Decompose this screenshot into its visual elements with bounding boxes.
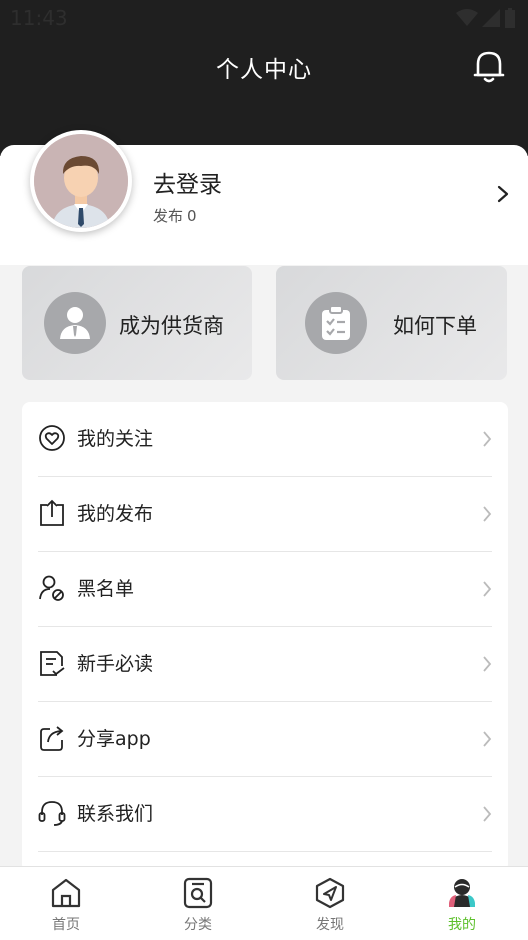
supplier-icon <box>44 292 106 354</box>
avatar[interactable] <box>30 130 132 232</box>
chevron-right-icon <box>483 506 492 522</box>
menu-label: 联系我们 <box>77 803 154 825</box>
tab-category[interactable]: 分类 <box>132 867 264 940</box>
heart-circle-icon <box>39 425 65 451</box>
menu-list: 我的关注 我的发布 黑名单 新手必读 分享app 联系我们 <box>22 402 508 872</box>
home-icon <box>51 878 81 908</box>
block-user-icon <box>39 575 64 601</box>
bottom-tab-bar: 首页 分类 发现 我的 <box>0 866 528 940</box>
menu-label: 黑名单 <box>77 578 135 600</box>
tab-home[interactable]: 首页 <box>0 867 132 940</box>
menu-item-my-posts[interactable]: 我的发布 <box>22 477 508 552</box>
menu-item-following[interactable]: 我的关注 <box>22 402 508 477</box>
clipboard-icon <box>305 292 367 354</box>
status-bar: 11:43 <box>0 0 528 36</box>
headset-icon <box>38 801 66 826</box>
menu-label: 新手必读 <box>77 653 154 675</box>
become-supplier-card[interactable]: 成为供货商 <box>22 266 252 380</box>
tab-label: 发现 <box>316 917 344 933</box>
tab-discover[interactable]: 发现 <box>264 867 396 940</box>
login-link[interactable]: 去登录 <box>153 165 222 199</box>
menu-item-contact-us[interactable]: 联系我们 <box>22 777 508 852</box>
chevron-right-icon <box>483 431 492 447</box>
page-title: 个人中心 <box>216 57 312 83</box>
battery-icon <box>505 8 515 28</box>
post-count: 发布 0 <box>153 205 197 226</box>
tab-mine[interactable]: 我的 <box>396 867 528 940</box>
menu-label: 分享app <box>77 728 151 750</box>
tab-label: 首页 <box>52 917 80 933</box>
chevron-right-icon <box>483 581 492 597</box>
document-icon <box>40 651 65 676</box>
discover-icon <box>315 877 345 909</box>
menu-item-beginner-guide[interactable]: 新手必读 <box>22 627 508 702</box>
share-icon <box>40 726 64 751</box>
tab-label: 我的 <box>448 917 476 933</box>
upload-icon <box>40 499 64 526</box>
menu-label: 我的发布 <box>77 503 154 525</box>
status-icons <box>456 8 516 28</box>
order-label: 如何下单 <box>393 314 477 338</box>
post-label: 发布 <box>153 207 184 225</box>
signal-icon <box>482 9 500 27</box>
divider <box>38 851 492 852</box>
avatar-man-icon <box>34 134 128 228</box>
chevron-right-icon[interactable] <box>496 184 510 204</box>
menu-label: 我的关注 <box>77 428 154 450</box>
supplier-label: 成为供货商 <box>119 314 224 338</box>
chevron-right-icon <box>483 731 492 747</box>
chevron-right-icon <box>483 806 492 822</box>
menu-item-share-app[interactable]: 分享app <box>22 702 508 777</box>
bell-icon[interactable] <box>472 48 506 84</box>
wifi-icon <box>456 9 478 26</box>
category-icon <box>183 877 213 909</box>
menu-item-blacklist[interactable]: 黑名单 <box>22 552 508 627</box>
profile-icon <box>449 879 475 907</box>
status-time: 11:43 <box>10 6 68 30</box>
tab-label: 分类 <box>184 917 212 933</box>
post-count-value: 0 <box>187 207 197 225</box>
chevron-right-icon <box>483 656 492 672</box>
how-to-order-card[interactable]: 如何下单 <box>276 266 507 380</box>
